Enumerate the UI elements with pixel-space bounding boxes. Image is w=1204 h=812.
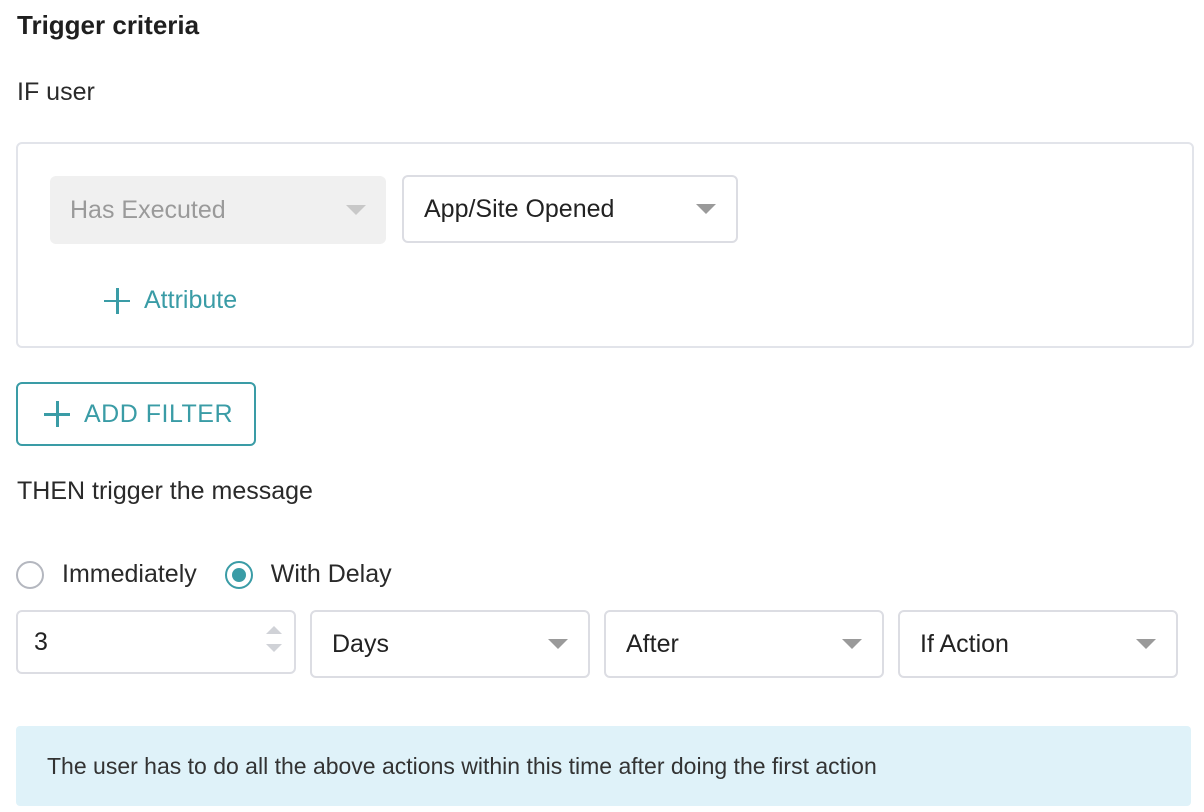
plus-icon — [44, 401, 70, 427]
chevron-down-icon — [346, 205, 366, 215]
event-select-value: App/Site Opened — [424, 194, 615, 223]
add-filter-button[interactable]: ADD FILTER — [16, 382, 256, 446]
condition-select-value: Has Executed — [70, 195, 226, 224]
unit-select-value: Days — [332, 629, 389, 658]
delay-number-input[interactable]: 3 — [16, 610, 296, 674]
timing-radio-group: Immediately With Delay — [16, 560, 420, 589]
chevron-down-icon — [842, 639, 862, 649]
spin-down-icon[interactable] — [266, 644, 282, 652]
reference-select-value: If Action — [920, 629, 1009, 658]
info-text: The user has to do all the above actions… — [47, 752, 877, 779]
chevron-down-icon — [696, 204, 716, 214]
radio-immediately-label[interactable]: Immediately — [62, 560, 197, 589]
reference-select[interactable]: If Action — [898, 610, 1178, 678]
delay-value: 3 — [34, 627, 48, 656]
relation-select[interactable]: After — [604, 610, 884, 678]
number-spinner[interactable] — [266, 626, 282, 652]
event-select[interactable]: App/Site Opened — [402, 175, 738, 243]
unit-select[interactable]: Days — [310, 610, 590, 678]
info-banner: The user has to do all the above actions… — [16, 726, 1191, 806]
chevron-down-icon — [548, 639, 568, 649]
if-user-label: IF user — [17, 78, 95, 106]
relation-select-value: After — [626, 629, 679, 658]
plus-icon — [104, 287, 130, 314]
radio-with-delay[interactable] — [224, 560, 253, 589]
condition-select: Has Executed — [50, 176, 386, 244]
then-label: THEN trigger the message — [17, 477, 313, 505]
chevron-down-icon — [1136, 639, 1156, 649]
add-attribute-label: Attribute — [144, 286, 238, 314]
spin-up-icon[interactable] — [266, 626, 282, 634]
add-attribute-button[interactable]: Attribute — [104, 286, 237, 315]
criteria-box — [16, 142, 1194, 348]
radio-immediately[interactable] — [16, 560, 44, 589]
add-filter-label: ADD FILTER — [84, 399, 233, 428]
radio-with-delay-label[interactable]: With Delay — [271, 560, 392, 589]
page-title: Trigger criteria — [17, 10, 200, 40]
